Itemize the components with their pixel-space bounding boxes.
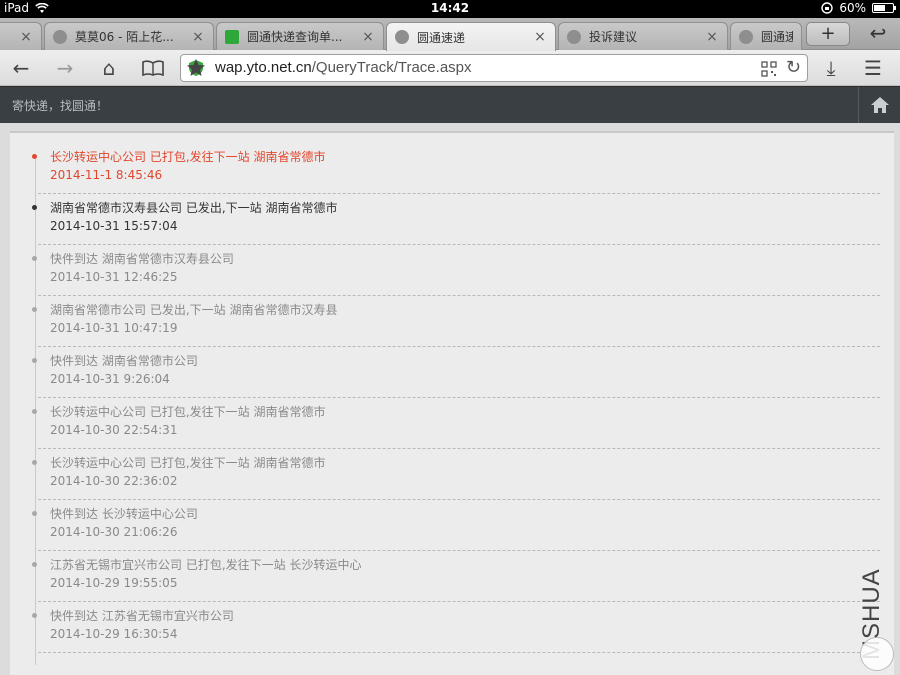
search-icon	[225, 29, 239, 44]
timeline-dot	[32, 154, 37, 159]
tab-previous-partial[interactable]: ×	[0, 22, 42, 50]
qr-code-icon[interactable]	[761, 61, 777, 77]
book-icon	[142, 60, 164, 77]
site-header: 寄快递，找圆通！	[0, 87, 900, 123]
timeline-entry: 湖南省常德市汉寿县公司 已发出,下一站 湖南省常德市 2014-10-31 15:…	[32, 194, 880, 245]
url-host: wap.yto.net.cn	[215, 59, 312, 76]
address-bar[interactable]: wap.yto.net.cn/QueryTrack/Trace.aspx ↻	[180, 54, 808, 82]
globe-icon	[53, 29, 67, 44]
clock: 14:42	[430, 1, 470, 15]
timeline-entry-description: 长沙转运中心公司 已打包,发往下一站 湖南省常德市	[50, 456, 326, 470]
tracking-panel: 长沙转运中心公司 已打包,发往下一站 湖南省常德市 2014-11-1 8:45:…	[10, 131, 894, 675]
bookmarks-button[interactable]	[138, 54, 168, 82]
url-path: /QueryTrack/Trace.aspx	[311, 59, 472, 76]
close-icon[interactable]: ×	[361, 29, 375, 45]
timeline-entry-time: 2014-10-29 19:55:05	[50, 576, 178, 590]
timeline-entry-time: 2014-10-30 22:54:31	[50, 423, 178, 437]
timeline-entry: 长沙转运中心公司 已打包,发往下一站 湖南省常德市 2014-10-30 22:3…	[32, 449, 880, 500]
back-button[interactable]: ←	[6, 54, 36, 82]
timeline-entry: 快件到达 湖南省常德市公司 2014-10-31 9:26:04	[32, 347, 880, 398]
timeline-entry-description: 快件到达 江苏省无锡市宜兴市公司	[50, 609, 234, 623]
tab-momo06[interactable]: 莫莫06 - 陌上花... ×	[44, 22, 214, 50]
download-button[interactable]: ⤓	[816, 54, 846, 82]
rotation-lock-icon	[821, 2, 834, 14]
timeline-dot	[32, 256, 37, 261]
timeline-entry-time: 2014-10-30 21:06:26	[50, 525, 178, 539]
timeline-entry-time: 2014-11-1 8:45:46	[50, 168, 163, 182]
timeline-entry-description: 江苏省无锡市宜兴市公司 已打包,发往下一站 长沙转运中心	[50, 558, 362, 572]
timeline-entry: 快件到达 长沙转运中心公司 2014-10-30 21:06:26	[32, 500, 880, 551]
new-tab-button[interactable]: +	[806, 22, 850, 46]
close-icon[interactable]: ×	[19, 29, 33, 45]
timeline-entry: 湖南省常德市公司 已发出,下一站 湖南省常德市汉寿县 2014-10-31 10:…	[32, 296, 880, 347]
timeline-dot	[32, 307, 37, 312]
close-icon[interactable]: ×	[533, 29, 547, 45]
assistive-touch-button[interactable]	[860, 637, 894, 671]
status-bar: iPad 14:42 60%	[0, 0, 900, 18]
timeline-entry-description: 长沙转运中心公司 已打包,发往下一站 湖南省常德市	[50, 150, 326, 164]
timeline-entry-time: 2014-10-30 22:36:02	[50, 474, 178, 488]
forward-button[interactable]: →	[50, 54, 80, 82]
reload-button[interactable]: ↻	[786, 57, 801, 78]
timeline-dot	[32, 460, 37, 465]
timeline-entry: 快件到达 江苏省无锡市宜兴市公司 2014-10-29 16:30:54	[32, 602, 880, 653]
timeline-entry-description: 快件到达 湖南省常德市汉寿县公司	[50, 252, 234, 266]
timeline-dot	[32, 613, 37, 618]
site-slogan: 寄快递，找圆通！	[12, 99, 109, 113]
timeline-dot	[32, 562, 37, 567]
globe-icon	[567, 29, 581, 44]
star-icon[interactable]	[182, 54, 210, 82]
timeline-dot	[32, 205, 37, 210]
timeline-entry-description: 湖南省常德市公司 已发出,下一站 湖南省常德市汉寿县	[50, 303, 338, 317]
timeline-entry-time: 2014-10-29 16:30:54	[50, 627, 178, 641]
timeline-entry-time: 2014-10-31 10:47:19	[50, 321, 178, 335]
timeline-entry-description: 长沙转运中心公司 已打包,发往下一站 湖南省常德市	[50, 405, 326, 419]
nav-bar: ← → ⌂ wap.yto.net.cn/QueryTrack/Trace.as…	[0, 50, 900, 86]
timeline-entry-description: 快件到达 长沙转运中心公司	[50, 507, 198, 521]
main-content: 长沙转运中心公司 已打包,发往下一站 湖南省常德市 2014-11-1 8:45:…	[0, 123, 900, 675]
globe-icon	[739, 29, 753, 44]
home-icon	[870, 97, 889, 113]
tab-yto-express[interactable]: 圆通速递 ×	[386, 22, 556, 51]
close-icon[interactable]: ×	[705, 29, 719, 45]
site-home-button[interactable]	[858, 87, 900, 123]
globe-icon	[395, 30, 409, 44]
timeline-entry-description: 快件到达 湖南省常德市公司	[50, 354, 198, 368]
timeline-dot	[32, 358, 37, 363]
timeline-dot	[32, 409, 37, 414]
undo-close-tab-button[interactable]: ↩	[860, 22, 896, 46]
timeline-entry: 快件到达 湖南省常德市汉寿县公司 2014-10-31 12:46:25	[32, 245, 880, 296]
timeline-entry: 江苏省无锡市宜兴市公司 已打包,发往下一站 长沙转运中心 2014-10-29 1…	[32, 551, 880, 602]
close-icon[interactable]: ×	[191, 29, 205, 45]
tab-yto-query[interactable]: 圆通快递查询单... ×	[216, 22, 384, 50]
tab-yto-partial[interactable]: 圆通速	[730, 22, 802, 50]
timeline-entry-time: 2014-10-31 15:57:04	[50, 219, 178, 233]
home-button[interactable]: ⌂	[94, 54, 124, 82]
url-text: wap.yto.net.cn/QueryTrack/Trace.aspx	[215, 59, 472, 76]
timeline-dot	[32, 511, 37, 516]
timeline-entry-time: 2014-10-31 9:26:04	[50, 372, 170, 386]
timeline-entry-description: 湖南省常德市汉寿县公司 已发出,下一站 湖南省常德市	[50, 201, 338, 215]
timeline-entry: 长沙转运中心公司 已打包,发往下一站 湖南省常德市 2014-10-30 22:5…	[32, 398, 880, 449]
battery-icon	[872, 3, 896, 13]
tab-complaint[interactable]: 投诉建议 ×	[558, 22, 728, 50]
timeline-entry-time: 2014-10-31 12:46:25	[50, 270, 178, 284]
menu-button[interactable]: ☰	[858, 54, 888, 82]
battery-percent: 60%	[839, 1, 866, 15]
tab-bar: × 莫莫06 - 陌上花... × 圆通快递查询单... × 圆通速递 × 投诉…	[0, 18, 900, 51]
timeline-entry: 长沙转运中心公司 已打包,发往下一站 湖南省常德市 2014-11-1 8:45:…	[32, 143, 880, 194]
